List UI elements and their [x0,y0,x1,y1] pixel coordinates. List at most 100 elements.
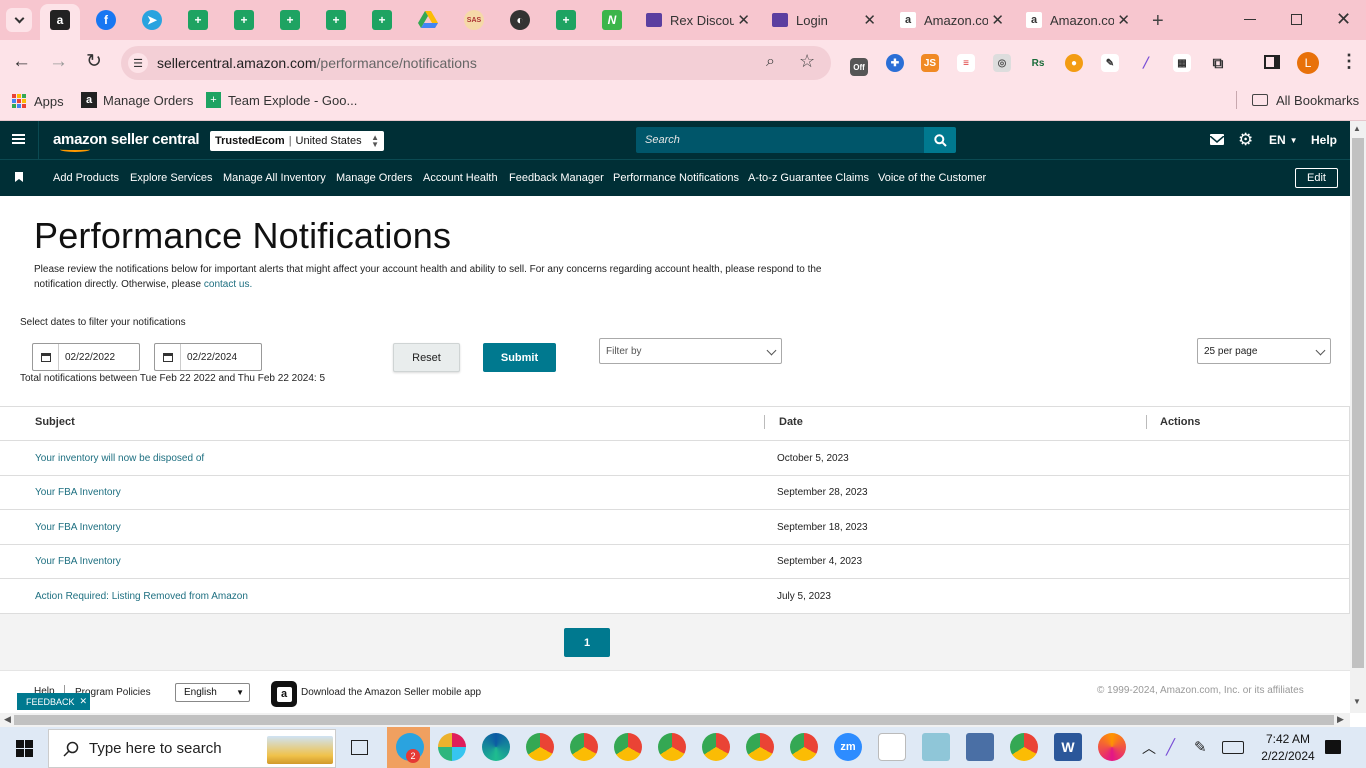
restore-icon[interactable] [1291,14,1302,25]
amazon-tab-icon[interactable]: a [50,10,70,30]
extension-icon[interactable]: ≡ [957,54,975,72]
seller-central-logo[interactable]: amazon seller central [53,131,200,148]
profile-avatar[interactable]: L [1297,52,1319,74]
pagination-page-1[interactable]: 1 [564,628,610,657]
tab-rex-discount[interactable]: Rex Discou ✕ [646,6,754,34]
task-view-icon[interactable] [351,740,368,755]
nav-explore-services[interactable]: Explore Services [130,172,213,184]
nav-voice-of-customer[interactable]: Voice of the Customer [878,172,986,184]
slack-app-icon[interactable] [438,733,466,761]
close-icon[interactable]: ✕ [80,696,88,707]
kebab-menu-icon[interactable]: ⋮ [1340,51,1358,72]
window-close-icon[interactable]: ✕ [1336,9,1351,30]
footer-language-select[interactable]: English ▼ [175,683,250,702]
nav-edit-button[interactable]: Edit [1295,168,1338,188]
bookmark-manage-orders[interactable]: a Manage Orders [81,91,193,109]
scroll-down-arrow[interactable]: ▼ [1353,697,1361,706]
notification-subject-link[interactable]: Action Required: Listing Removed from Am… [35,591,248,602]
calculator-app-icon[interactable] [966,733,994,761]
account-switcher[interactable]: TrustedEcom | United States ▲ ▼ [210,131,384,151]
zoom-icon[interactable]: ⌕ [766,53,775,71]
js-extension-icon[interactable]: JS [921,54,939,72]
reset-button[interactable]: Reset [393,343,460,372]
extension-icon[interactable]: ● [1065,54,1083,72]
zoom-app-icon[interactable]: zm [834,733,862,761]
help-link[interactable]: Help [1311,133,1337,147]
reload-icon[interactable]: ↻ [86,50,102,73]
chrome-app-icon[interactable] [1010,733,1038,761]
close-icon[interactable]: ✕ [991,11,1004,29]
date-to-field[interactable]: 02/22/2024 [154,343,262,371]
nav-account-health[interactable]: Account Health [423,172,498,184]
tab-amazon-1[interactable]: a Amazon.co ✕ [900,6,1008,34]
sheets-tab-icon[interactable]: + [372,10,392,30]
sheets-tab-icon[interactable]: + [234,10,254,30]
chrome-app-icon[interactable] [702,733,730,761]
site-info-icon[interactable]: ☰ [128,53,148,73]
mail-icon[interactable] [1209,134,1225,145]
download-app-link[interactable]: Download the Amazon Seller mobile app [301,687,481,698]
notification-subject-link[interactable]: Your FBA Inventory [35,487,121,498]
n-tab-icon[interactable]: N [602,10,622,30]
vertical-scroll-thumb[interactable] [1352,138,1364,668]
contact-us-link[interactable]: contact us. [204,279,252,290]
qr-extension-icon[interactable]: ▦ [1173,54,1191,72]
tray-chevron-icon[interactable]: ︿ [1142,738,1156,758]
nav-feedback-manager[interactable]: Feedback Manager [509,172,604,184]
close-icon[interactable]: ✕ [1117,11,1130,29]
new-tab-icon[interactable]: + [1152,10,1164,33]
close-icon[interactable]: ✕ [863,11,876,29]
calendar-icon[interactable] [155,344,181,370]
extension-icon[interactable]: ✚ [886,54,904,72]
sidebar-toggle-icon[interactable] [1264,55,1280,69]
chrome-app-icon[interactable] [614,733,642,761]
taskbar-search-input[interactable]: Type here to search [48,729,336,768]
tab-amazon-2[interactable]: a Amazon.co ✕ [1026,6,1134,34]
notifications-icon[interactable] [1325,740,1341,754]
per-page-select[interactable]: 25 per page [1197,338,1331,364]
bookmark-star-icon[interactable]: ☆ [799,51,815,72]
nav-performance-notifications[interactable]: Performance Notifications [613,172,739,184]
facebook-tab-icon[interactable]: f [96,10,116,30]
notepad-app-icon[interactable] [922,733,950,761]
scroll-right-arrow[interactable]: ▶ [1337,714,1344,725]
chrome-app-icon[interactable] [746,733,774,761]
column-date[interactable]: Date [779,416,803,428]
submit-button[interactable]: Submit [483,343,556,372]
drive-tab-icon[interactable] [418,10,438,30]
feedback-button[interactable]: FEEDBACK ✕ [17,693,90,710]
extension-tab-icon[interactable]: ◐ [510,10,530,30]
extension-icon[interactable]: ✎ [1101,54,1119,72]
tab-login[interactable]: Login ✕ [772,6,880,34]
word-app-icon[interactable]: W [1054,733,1082,761]
tab-search-dropdown[interactable] [6,8,32,32]
edge-app-icon[interactable] [482,733,510,761]
sheets-tab-icon[interactable]: + [556,10,576,30]
header-search-input[interactable]: Search [636,127,924,153]
tray-pen-icon[interactable]: ╱ [1166,738,1175,756]
column-subject[interactable]: Subject [35,416,75,428]
extension-off-icon[interactable]: Off [850,58,868,76]
all-bookmarks[interactable]: All Bookmarks [1252,91,1359,109]
notification-subject-link[interactable]: Your FBA Inventory [35,522,121,533]
search-button[interactable] [924,127,956,153]
amazon-app-icon[interactable]: a [271,681,297,707]
close-icon[interactable]: ✕ [737,11,750,29]
nav-add-products[interactable]: Add Products [53,172,119,184]
clock[interactable]: 7:42 AM 2/22/2024 [1252,731,1324,765]
firefox-app-icon[interactable] [1098,733,1126,761]
chrome-app-icon[interactable] [570,733,598,761]
sheets-tab-icon[interactable]: + [280,10,300,30]
sas-tab-icon[interactable]: SAS [464,10,484,30]
bookmark-team-explode[interactable]: + Team Explode - Goo... [206,91,357,109]
sheets-tab-icon[interactable]: + [326,10,346,30]
notification-subject-link[interactable]: Your FBA Inventory [35,556,121,567]
windows-start-icon[interactable] [16,740,33,757]
calendar-icon[interactable] [33,344,59,370]
minimize-icon[interactable] [1244,19,1256,20]
nav-manage-orders[interactable]: Manage Orders [336,172,412,184]
chrome-app-icon[interactable] [526,733,554,761]
telegram-tab-icon[interactable]: ➤ [142,10,162,30]
nav-a-to-z-claims[interactable]: A-to-z Guarantee Claims [748,172,869,184]
chart-app-icon[interactable] [878,733,906,761]
